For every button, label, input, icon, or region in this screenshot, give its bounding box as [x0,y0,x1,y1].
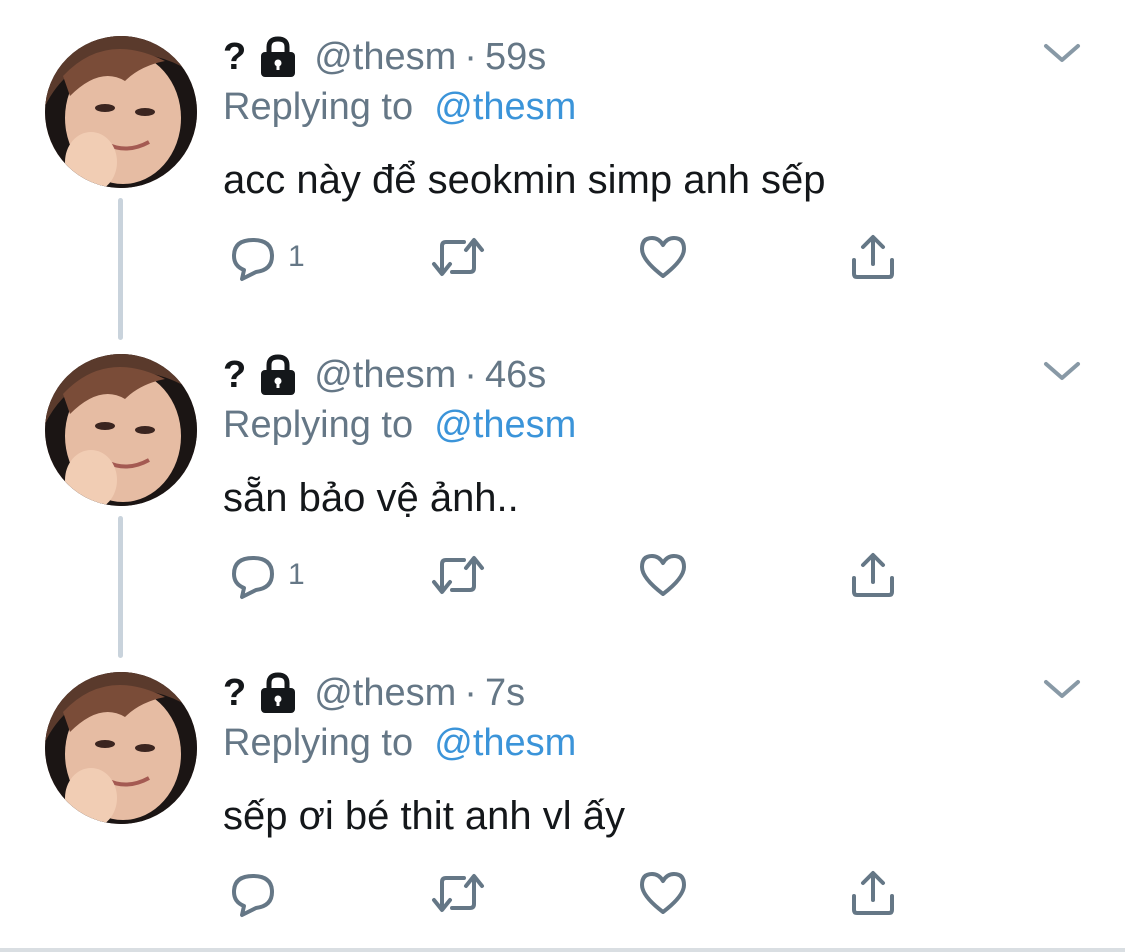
avatar[interactable] [45,672,197,824]
share-icon [852,235,894,279]
separator-dot: · [464,35,477,78]
retweet-button[interactable] [428,232,488,282]
replying-to: Replying to @thesm [223,404,576,447]
avatar-image [45,672,197,824]
reply-count: 1 [288,240,305,273]
reply-button[interactable]: 1 [228,550,305,600]
lock-icon [258,35,298,79]
like-button[interactable] [638,550,688,600]
chevron-down-icon[interactable] [1040,674,1084,704]
mention-link[interactable]: @thesm [424,404,576,446]
reply-count: 1 [288,558,305,591]
replying-prefix: Replying to [223,86,414,128]
timestamp[interactable]: 7s [485,672,525,715]
username-handle[interactable]: @thesm [314,672,456,715]
share-button[interactable] [848,550,898,600]
timestamp[interactable]: 46s [485,354,546,397]
reply-button[interactable] [228,868,288,918]
tweet-header: ? @thesm · 46s [223,350,546,400]
share-button[interactable] [848,232,898,282]
heart-icon [640,872,686,914]
replying-prefix: Replying to [223,404,414,446]
tweet-text: acc này để seokmin simp anh sếp [223,158,826,202]
lock-icon [258,671,298,715]
display-name[interactable]: ? [223,36,246,79]
heart-icon [640,554,686,596]
mention-link[interactable]: @thesm [424,722,576,764]
reply-button[interactable]: 1 [228,232,305,282]
share-button[interactable] [848,868,898,918]
username-handle[interactable]: @thesm [314,354,456,397]
separator-dot: · [464,353,477,396]
tweet-actions: 1 [228,232,928,282]
divider [0,948,1125,952]
avatar-image [45,354,197,506]
heart-icon [640,236,686,278]
tweet[interactable]: ? @thesm · 7s Replying to @thesm sếp ơi … [0,666,1125,946]
retweet-icon [432,556,484,594]
replying-prefix: Replying to [223,722,414,764]
timestamp[interactable]: 59s [485,36,546,79]
tweet-text: sếp ơi bé thit anh vl ấy [223,794,626,838]
chevron-down-icon[interactable] [1040,38,1084,68]
tweet-actions [228,868,928,918]
avatar[interactable] [45,354,197,506]
tweet-text: sẵn bảo vệ ảnh.. [223,476,519,520]
tweet[interactable]: ? @thesm · 46s Replying to @thesm sẵn bả… [0,348,1125,648]
tweet[interactable]: ? @thesm · 59s Replying to @thesm acc nà… [0,30,1125,330]
avatar-image [45,36,197,188]
like-button[interactable] [638,868,688,918]
reply-icon [232,238,274,281]
like-button[interactable] [638,232,688,282]
share-icon [852,553,894,597]
replying-to: Replying to @thesm [223,722,576,765]
reply-icon [232,874,274,917]
retweet-icon [432,238,484,276]
chevron-down-icon[interactable] [1040,356,1084,386]
retweet-button[interactable] [428,868,488,918]
retweet-button[interactable] [428,550,488,600]
display-name[interactable]: ? [223,354,246,397]
tweet-actions: 1 [228,550,928,600]
mention-link[interactable]: @thesm [424,86,576,128]
display-name[interactable]: ? [223,672,246,715]
lock-icon [258,353,298,397]
replying-to: Replying to @thesm [223,86,576,129]
tweet-header: ? @thesm · 7s [223,668,525,718]
tweet-header: ? @thesm · 59s [223,32,546,82]
tweet-thread: ? @thesm · 59s Replying to @thesm acc nà… [0,0,1125,952]
username-handle[interactable]: @thesm [314,36,456,79]
retweet-icon [432,874,484,912]
reply-icon [232,556,274,599]
avatar[interactable] [45,36,197,188]
share-icon [852,871,894,915]
separator-dot: · [464,671,477,714]
